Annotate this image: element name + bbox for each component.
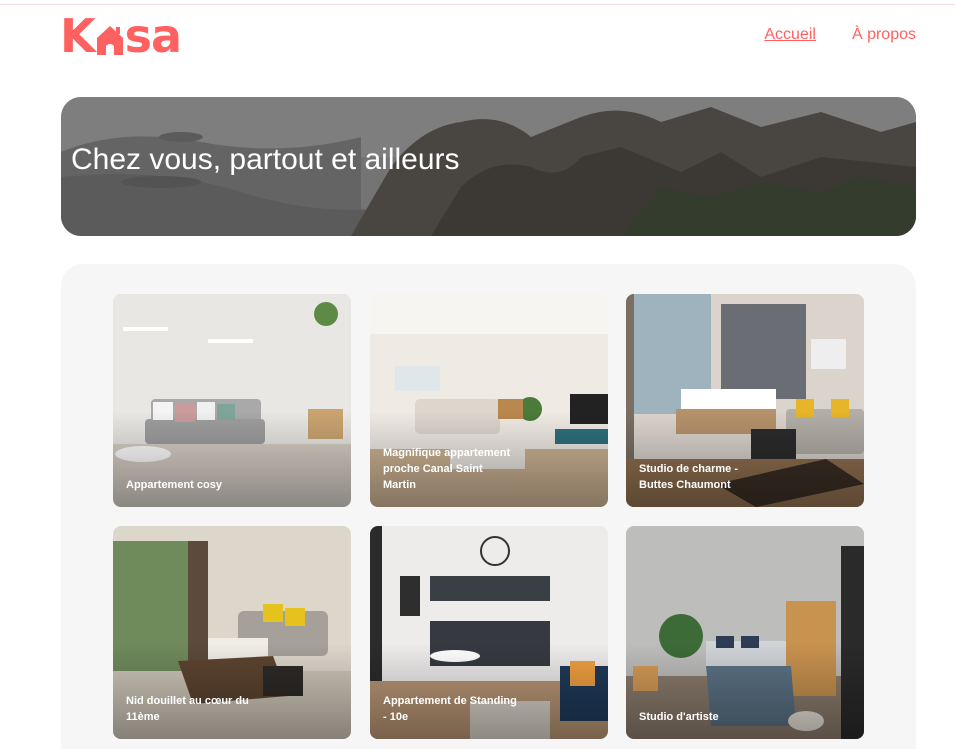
nav-link-home[interactable]: Accueil bbox=[764, 26, 816, 44]
listing-title: Studio d'artiste bbox=[639, 711, 719, 723]
top-border bbox=[0, 4, 955, 5]
listing-title: Studio de charme - Buttes Chaumont bbox=[639, 463, 739, 491]
house-icon bbox=[96, 26, 123, 55]
listing-card[interactable]: Magnifique appartement proche Canal Sain… bbox=[370, 294, 608, 507]
nav-link-about[interactable]: À propos bbox=[852, 26, 916, 44]
listing-title: Nid douillet au cœur du 11ème bbox=[126, 695, 249, 723]
listings-gallery: Appartement cosy Magnifique appartement … bbox=[61, 264, 916, 749]
listing-card[interactable]: Appartement de Standing - 10e bbox=[370, 526, 608, 739]
listing-title: Magnifique appartement proche Canal Sain… bbox=[383, 447, 511, 491]
main-nav: Accueil À propos bbox=[764, 26, 916, 44]
card-gradient bbox=[626, 526, 864, 739]
listing-title: Appartement de Standing - 10e bbox=[383, 695, 517, 723]
logo-letter-k: K bbox=[60, 9, 96, 63]
banner-title: Chez vous, partout et ailleurs bbox=[71, 143, 460, 176]
listing-title: Appartement cosy bbox=[126, 479, 222, 491]
card-gradient bbox=[113, 294, 351, 507]
listing-card[interactable]: Studio de charme - Buttes Chaumont bbox=[626, 294, 864, 507]
logo-letters-sa: sa bbox=[124, 9, 182, 63]
listing-card[interactable]: Studio d'artiste bbox=[626, 526, 864, 739]
listing-card[interactable]: Nid douillet au cœur du 11ème bbox=[113, 526, 351, 739]
kasa-logo[interactable]: K sa bbox=[60, 12, 195, 60]
hero-banner: Chez vous, partout et ailleurs bbox=[61, 97, 916, 236]
listing-card[interactable]: Appartement cosy bbox=[113, 294, 351, 507]
